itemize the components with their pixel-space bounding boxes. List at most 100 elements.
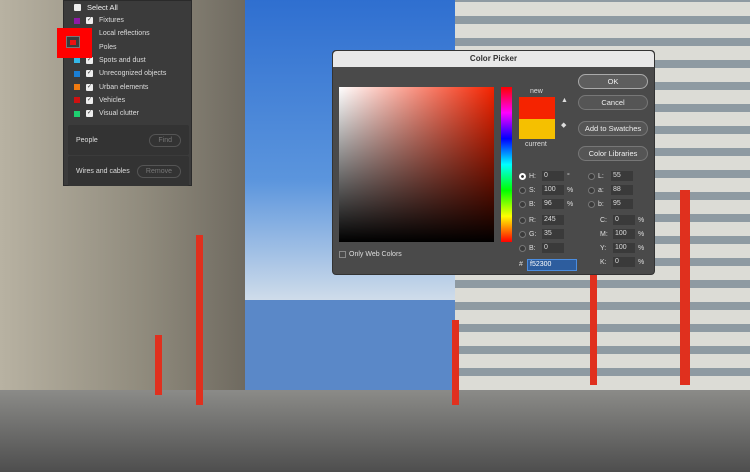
unit: ° [567,172,570,180]
value-input[interactable]: 0 [613,257,635,267]
checkbox[interactable]: ✓ [86,96,93,104]
hex-label: # [519,261,523,268]
value-input[interactable]: 100 [613,229,635,239]
checkbox[interactable]: ✓ [86,83,93,91]
hex-input[interactable]: f52300 [527,259,577,271]
hue-slider[interactable] [501,87,512,242]
current-label: current [525,141,547,148]
unit: % [567,200,574,208]
ok-button[interactable]: OK [578,74,648,89]
remove-button[interactable]: Remove [136,164,181,178]
label: C: [600,216,607,224]
checkbox[interactable]: ✓ [86,110,93,118]
value-input[interactable]: 96 [542,199,564,209]
only-web-colors-checkbox[interactable]: Only Web Colors [339,251,402,258]
cmyk-field[interactable]: M: 100% [600,229,644,239]
gamut-warning-icon[interactable]: ▲ [561,97,568,104]
cmyk-field[interactable]: Y: 100% [600,243,644,253]
new-color-swatch [519,97,555,119]
layer-label: Local reflections [99,30,150,38]
value-input[interactable]: 0 [613,215,635,225]
value-input[interactable]: 35 [542,229,564,239]
cmyk-field[interactable]: K: 0% [600,257,644,267]
layer-item[interactable]: ✓ Unrecognized objects [74,70,167,78]
label: R: [529,216,536,224]
value-input[interactable]: 95 [611,199,633,209]
lab-field[interactable]: a: 88 [588,185,633,195]
hsb-field[interactable]: S: 100% [519,185,573,195]
label: Y: [600,244,607,252]
layer-label: Visual clutter [99,110,139,118]
poles-highlight-swatch[interactable] [57,28,92,58]
label: K: [600,258,607,266]
label: G: [529,230,537,238]
lab-field[interactable]: L: 55 [588,171,633,181]
radio[interactable] [519,172,526,180]
web-safe-icon[interactable]: ◆ [561,121,566,129]
color-swatch [74,110,80,117]
cancel-button[interactable]: Cancel [578,95,648,110]
radio[interactable] [588,172,595,180]
pole-mask [680,190,690,385]
value-input[interactable]: 100 [613,243,635,253]
wires-section: Wires and cables Remove [68,156,189,186]
cmyk-field[interactable]: C: 0% [600,215,644,225]
color-swatch [74,70,80,77]
radio[interactable] [588,186,595,194]
label: B: [529,244,536,252]
checkbox[interactable]: ✓ [86,70,93,78]
lab-field[interactable]: b: 95 [588,199,633,209]
unit: % [638,258,645,266]
rgb-field[interactable]: B: 0 [519,243,564,253]
radio[interactable] [519,200,526,208]
color-libraries-button[interactable]: Color Libraries [578,146,648,161]
people-label: People [76,136,98,144]
layer-label: Vehicles [99,96,126,104]
select-all[interactable]: Select All [74,3,118,12]
unit: % [638,244,645,252]
layer-item[interactable]: ✓ Vehicles [74,96,126,104]
label: b: [598,200,604,208]
value-input[interactable]: 245 [542,215,564,225]
layer-item[interactable]: ✓ Urban elements [74,83,148,91]
radio[interactable] [519,216,526,224]
radio[interactable] [588,200,595,208]
layer-label: Unrecognized objects [99,70,167,78]
color-swatch [74,97,80,104]
hsb-field[interactable]: B: 96% [519,199,573,209]
hsb-field[interactable]: H: 0 ° [519,171,570,181]
pole-mask [196,235,203,405]
layer-label: Spots and dust [99,56,146,64]
label: S: [529,186,536,194]
pole-mask [452,320,459,405]
layer-label: Poles [99,43,117,51]
value-input[interactable]: 88 [611,185,633,195]
value-input[interactable]: 55 [611,171,633,181]
radio[interactable] [519,230,526,238]
rgb-field[interactable]: G: 35 [519,229,564,239]
radio[interactable] [519,244,526,252]
layer-item[interactable]: ✓ Fixtures [74,17,124,24]
find-button[interactable]: Find [149,133,181,147]
label: L: [598,172,604,180]
radio[interactable] [519,186,526,194]
label: a: [598,186,604,194]
label: Select All [87,3,118,12]
layer-label: Fixtures [99,17,124,24]
checkbox[interactable]: ✓ [86,17,93,24]
color-picker-dialog: Color Picker new current ▲ ◆ OK Cancel A… [332,50,655,275]
wires-label: Wires and cables [76,167,130,175]
pole-mask [155,335,162,395]
current-color-swatch[interactable] [519,119,555,139]
checkbox[interactable] [74,4,81,11]
color-swatch [74,17,80,24]
color-field[interactable] [339,87,494,242]
value-input[interactable]: 0 [542,171,564,181]
people-section: People Find [68,125,189,155]
rgb-field[interactable]: R: 245 [519,215,564,225]
value-input[interactable]: 0 [542,243,564,253]
add-to-swatches-button[interactable]: Add to Swatches [578,121,648,136]
unit: % [567,186,574,194]
value-input[interactable]: 100 [542,185,564,195]
layer-item[interactable]: ✓ Visual clutter [74,110,139,118]
